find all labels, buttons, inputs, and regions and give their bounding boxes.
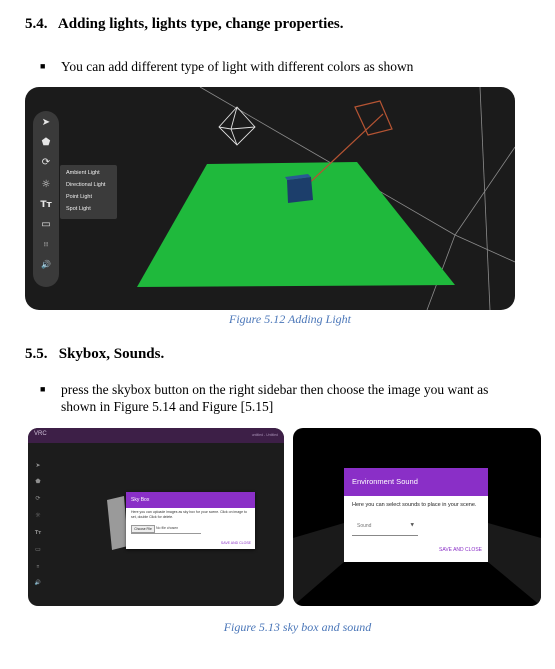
sound-dialog-title: Environment Sound xyxy=(344,468,488,496)
file-divider xyxy=(131,533,201,534)
send-icon[interactable]: ➤ xyxy=(33,117,59,129)
bullet-marker: ■ xyxy=(40,384,46,394)
figure-sound-screenshot: Environment Sound Here you can select so… xyxy=(293,428,541,606)
sound-select[interactable]: Sound ▼ xyxy=(352,517,418,536)
menu-item-directional-light[interactable]: Directional Light xyxy=(60,179,117,191)
menu-item-ambient-light[interactable]: Ambient Light xyxy=(60,167,117,179)
bullet-text: press the skybox button on the right sid… xyxy=(61,382,489,414)
cube xyxy=(287,177,313,203)
speaker-icon[interactable]: 🔊 xyxy=(33,259,59,271)
light-helper-frame xyxy=(354,100,393,136)
bullet-text: You can add different type of light with… xyxy=(61,59,414,74)
light-type-menu: Ambient Light Directional Light Point Li… xyxy=(60,165,117,219)
menu-item-spot-light[interactable]: Spot Light xyxy=(60,203,117,215)
choose-file-button[interactable]: Choose File xyxy=(131,525,155,533)
sun-icon[interactable]: ☼ xyxy=(33,179,59,191)
skybox-save-button[interactable]: SAVE AND CLOSE xyxy=(221,541,251,545)
text-icon[interactable]: Tт xyxy=(33,199,59,211)
menu-item-point-light[interactable]: Point Light xyxy=(60,191,117,203)
file-status: No file chosen xyxy=(156,526,179,530)
skybox-dialog-title: Sky Box xyxy=(126,492,255,508)
skybox-dialog-text: Here you can uploade images as sky box f… xyxy=(131,510,247,519)
chevron-down-icon: ▼ xyxy=(410,523,414,528)
sound-select-value: Sound xyxy=(357,523,372,529)
frame-icon[interactable]: ▭ xyxy=(33,219,59,231)
floor-shadow-right xyxy=(488,523,541,606)
sound-dialog-text: Here you can select sounds to place in y… xyxy=(352,502,477,508)
environment-sound-dialog: Environment Sound Here you can select so… xyxy=(344,468,488,562)
figure-skybox-screenshot: VRC untitled - Untitled ➤ ⬟ ⟳ ☼ Tт ▭ ⦙⦙⦙… xyxy=(28,428,284,606)
shapes-icon[interactable]: ⬟ xyxy=(33,137,59,149)
caption-figure-5-12: Figure 5.12 Adding Light xyxy=(228,312,351,326)
equalizer-icon[interactable]: ⦙⦙⦙ xyxy=(33,239,59,251)
wireframe-octahedron-icon xyxy=(218,106,256,146)
bullet-marker: ■ xyxy=(40,61,46,71)
figure-adding-light: ➤ ⬟ ⟳ ☼ Tт ▭ ⦙⦙⦙ 🔊 Ambient Light Directi… xyxy=(25,87,515,310)
skybox-dialog: Sky Box Here you can uploade images as s… xyxy=(126,492,255,549)
sound-save-button[interactable]: SAVE AND CLOSE xyxy=(439,547,482,553)
grid-line xyxy=(454,234,515,263)
section-heading-5-4: 5.4. Adding lights, lights type, change … xyxy=(25,16,344,32)
section-heading-5-5: 5.5. Skybox, Sounds. xyxy=(25,346,165,362)
floor-shadow-left xyxy=(293,523,344,606)
grid-line xyxy=(479,87,491,310)
tools-sidebar: ➤ ⬟ ⟳ ☼ Tт ▭ ⦙⦙⦙ 🔊 xyxy=(33,111,59,287)
skybox-panel-preview xyxy=(107,496,128,550)
rotate-icon[interactable]: ⟳ xyxy=(33,157,59,169)
caption-figure-5-13: Figure 5.13 sky box and sound xyxy=(223,620,372,634)
